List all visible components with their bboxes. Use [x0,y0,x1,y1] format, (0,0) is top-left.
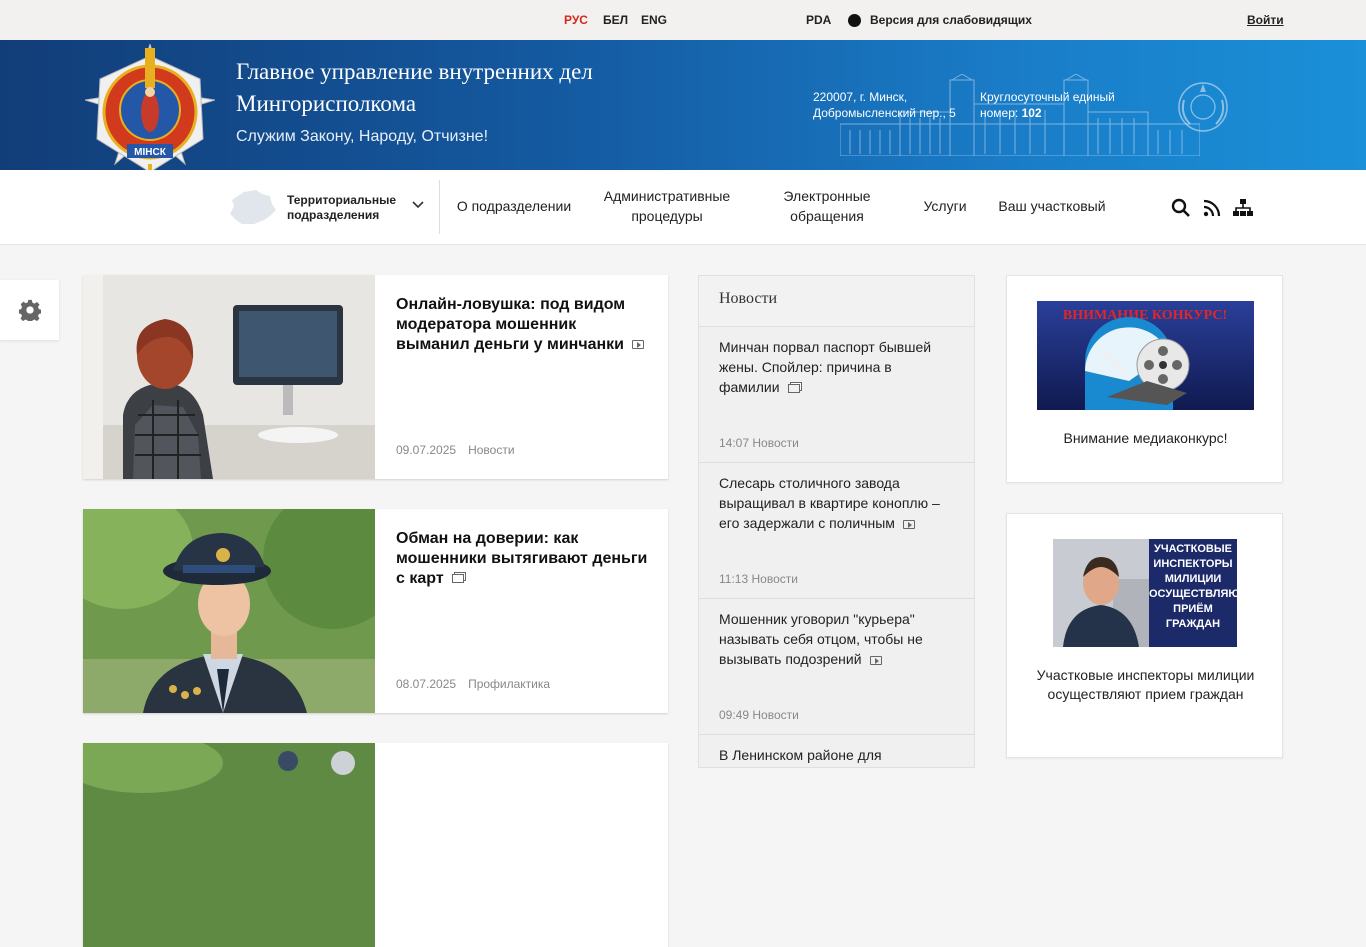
news-feed-item-title[interactable]: В Ленинском районе для [719,745,954,765]
sitemap-icon[interactable] [1233,198,1253,218]
settings-tab[interactable] [0,280,59,340]
phone-number[interactable]: 102 [1022,106,1042,120]
news-feed-item-category[interactable]: Новости [752,436,798,450]
address-text: 220007, г. Минск, Добромысленский пер., … [813,90,956,120]
video-icon [869,655,882,665]
news-feed-item-title[interactable]: Мошенник уговорил "курьера" называть себ… [719,609,954,669]
eye-icon[interactable] [848,14,861,27]
news-feed-item[interactable]: В Ленинском районе для [699,735,974,767]
login-link[interactable]: Войти [1247,13,1284,27]
gallery-icon [787,383,800,393]
lang-eng-link[interactable]: ENG [641,13,667,27]
nav-item-about[interactable]: О подразделении [454,196,574,216]
news-feed-item-meta: 11:13 Новости [719,572,798,586]
district-officers-caption[interactable]: Участковые инспекторы милиции осуществля… [1027,666,1264,704]
gallery-icon [451,574,464,584]
nav-divider [439,180,440,234]
main-navigation: Территориальные подразделения О подразде… [0,170,1366,245]
news-feed-item-time: 14:07 [719,436,750,450]
news-feed-item-time: 09:49 [719,708,750,722]
gear-icon[interactable] [19,299,41,321]
news-feed-item-time: 11:13 [719,572,749,586]
site-slogan: Служим Закону, Народу, Отчизне! [236,128,489,145]
news-card-title-text[interactable]: Онлайн-ловушка: под видом модератора мош… [396,296,625,353]
territorial-units-dropdown[interactable]: Территориальные подразделения [287,193,407,223]
lang-rus-link[interactable]: РУС [564,13,588,27]
news-feed-item-category[interactable]: Новости [751,572,797,586]
nav-item-e-appeals[interactable]: Электронные обращения [772,186,882,226]
banner-line: ГРАЖДАН [1165,618,1221,630]
chevron-down-icon[interactable] [411,200,425,210]
media-contest-banner-image[interactable]: ВНИМАНИЕ КОНКУРС! [1037,301,1254,410]
low-vision-link[interactable]: Версия для слабовидящих [870,13,1032,27]
header-banner: МІНСК Главное управление внутренних дел … [0,40,1366,170]
belarus-map-icon[interactable] [230,190,276,226]
pda-link[interactable]: PDA [806,13,831,27]
news-card-meta: 09.07.2025 Новости [396,443,515,457]
news-card-title[interactable]: Обман на доверии: как мошенники вытягива… [396,529,654,589]
top-bar: РУС БЕЛ ENG PDA Версия для слабовидящих … [0,0,1366,40]
news-card-date: 08.07.2025 [396,677,457,691]
lang-bel-link[interactable]: БЕЛ [603,13,628,27]
district-officers-banner-text: УЧАСТКОВЫЕ ИНСПЕКТОРЫ МИЛИЦИИ ОСУЩЕСТВЛЯ… [1149,542,1247,632]
news-feed-item-title[interactable]: Слесарь столичного завода выращивал в кв… [719,473,954,533]
banner-line: ПРИЁМ [1173,603,1213,615]
news-feed-item[interactable]: Мошенник уговорил "курьера" называть себ… [699,599,974,735]
news-card[interactable]: Обман на доверии: как мошенники вытягива… [83,509,668,713]
phone-info: Круглосуточный единый номер: 102 [980,89,1150,121]
sidebar-banner-district-officers[interactable]: УЧАСТКОВЫЕ ИНСПЕКТОРЫ МИЛИЦИИ ОСУЩЕСТВЛЯ… [1006,513,1283,758]
news-feed-item-meta: 14:07 Новости [719,436,799,450]
news-feed-item-meta: 09:49 Новости [719,708,799,722]
police-emblem-logo[interactable]: МІНСК [85,44,215,170]
news-card-meta: 08.07.2025 Профилактика [396,677,550,691]
site-title[interactable]: Главное управление внутренних дел Мингор… [236,56,656,120]
news-feed-item-title-text[interactable]: Мошенник уговорил "курьера" называть себ… [719,611,923,667]
news-card[interactable]: Онлайн-ловушка: под видом модератора мош… [83,275,668,479]
nav-item-admin-procedures[interactable]: Административные процедуры [596,186,738,226]
emblem-text: МІНСК [134,147,167,158]
contest-banner-caption[interactable]: Внимание медиаконкурс! [1027,429,1264,448]
news-feed-item-title-text[interactable]: Минчан порвал паспорт бывшей жены. Спойл… [719,339,931,395]
banner-line: ИНСПЕКТОРЫ [1153,558,1233,570]
banner-line: УЧАСТКОВЫЕ [1154,543,1232,555]
news-feed-heading[interactable]: Новости [699,276,974,327]
news-photo-outdoor[interactable] [83,743,375,947]
news-card[interactable] [83,743,668,947]
news-card-category[interactable]: Профилактика [468,677,550,691]
sidebar-banner-contest[interactable]: ВНИМАНИЕ КОНКУРС! Внимание медиаконкурс! [1006,275,1283,483]
news-photo-police-officer[interactable] [83,509,375,713]
news-feed-item[interactable]: Слесарь столичного завода выращивал в кв… [699,463,974,599]
nav-item-district-officer[interactable]: Ваш участковый [994,196,1110,216]
rss-icon[interactable] [1202,198,1222,218]
banner-line: ОСУЩЕСТВЛЯЮТ [1149,588,1247,600]
banner-line: МИЛИЦИИ [1164,573,1222,585]
news-card-title[interactable]: Онлайн-ловушка: под видом модератора мош… [396,295,654,355]
news-feed-item-title[interactable]: Минчан порвал паспорт бывшей жены. Спойл… [719,337,954,397]
news-feed-item-category[interactable]: Новости [752,708,798,722]
news-card-title-text[interactable]: Обман на доверии: как мошенники вытягива… [396,530,647,587]
news-feed-panel: Новости Минчан порвал паспорт бывшей жен… [698,275,975,768]
news-card-date: 09.07.2025 [396,443,457,457]
nav-item-services[interactable]: Услуги [918,196,972,216]
coat-of-arms-icon [1178,82,1228,132]
video-icon [902,519,915,529]
news-card-category[interactable]: Новости [468,443,514,457]
news-photo-woman-at-computer[interactable] [83,275,375,479]
search-icon[interactable] [1171,198,1191,218]
video-icon [632,340,645,350]
news-feed-item[interactable]: Минчан порвал паспорт бывшей жены. Спойл… [699,327,974,463]
phone-label: Круглосуточный единый номер: [980,90,1115,120]
